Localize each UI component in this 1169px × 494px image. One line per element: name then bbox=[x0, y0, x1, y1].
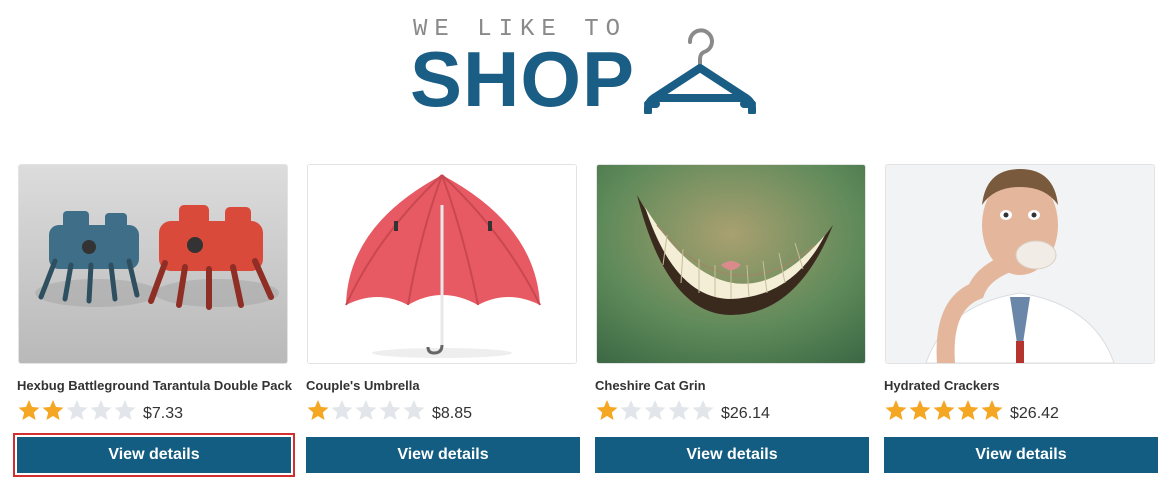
logo-brand: SHOP bbox=[410, 35, 636, 123]
view-details-button[interactable]: View details bbox=[884, 437, 1158, 473]
product-price: $26.42 bbox=[1010, 405, 1059, 422]
product-title[interactable]: Cheshire Cat Grin bbox=[595, 378, 706, 393]
star-filled-icon bbox=[596, 400, 618, 420]
product-price: $8.85 bbox=[432, 405, 473, 422]
star-filled-icon bbox=[909, 400, 931, 420]
star-empty-icon bbox=[331, 400, 353, 420]
star-empty-icon bbox=[692, 400, 714, 420]
product-title[interactable]: Couple's Umbrella bbox=[306, 378, 420, 393]
product-image[interactable] bbox=[18, 164, 288, 364]
view-details-button[interactable]: View details bbox=[17, 437, 291, 473]
product-title[interactable]: Hexbug Battleground Tarantula Double Pac… bbox=[17, 378, 292, 393]
star-empty-icon bbox=[66, 400, 88, 420]
umbrella-image bbox=[308, 165, 576, 363]
product-image[interactable] bbox=[885, 164, 1155, 364]
product-title[interactable]: Hydrated Crackers bbox=[884, 378, 1000, 393]
star-filled-icon bbox=[933, 400, 955, 420]
man-eating-crackers-image bbox=[886, 165, 1154, 363]
star-filled-icon bbox=[42, 400, 64, 420]
star-empty-icon bbox=[668, 400, 690, 420]
star-rating bbox=[306, 399, 426, 421]
star-rating bbox=[884, 399, 1004, 421]
view-details-button[interactable]: View details bbox=[306, 437, 580, 473]
star-empty-icon bbox=[355, 400, 377, 420]
star-empty-icon bbox=[620, 400, 642, 420]
star-empty-icon bbox=[403, 400, 425, 420]
star-filled-icon bbox=[981, 400, 1003, 420]
site-logo[interactable]: WE LIKE TO SHOP bbox=[410, 14, 770, 118]
star-empty-icon bbox=[644, 400, 666, 420]
view-details-button[interactable]: View details bbox=[595, 437, 869, 473]
product-image[interactable] bbox=[596, 164, 866, 364]
star-filled-icon bbox=[885, 400, 907, 420]
star-rating bbox=[595, 399, 715, 421]
star-filled-icon bbox=[307, 400, 329, 420]
hanger-icon bbox=[644, 28, 756, 114]
star-empty-icon bbox=[379, 400, 401, 420]
robot-spiders-image bbox=[19, 165, 287, 363]
product-price: $7.33 bbox=[143, 405, 184, 422]
cat-grin-image bbox=[597, 165, 865, 363]
product-image[interactable] bbox=[307, 164, 577, 364]
star-rating bbox=[17, 399, 137, 421]
star-empty-icon bbox=[90, 400, 112, 420]
product-price: $26.14 bbox=[721, 405, 770, 422]
star-filled-icon bbox=[957, 400, 979, 420]
star-filled-icon bbox=[18, 400, 40, 420]
star-empty-icon bbox=[114, 400, 136, 420]
